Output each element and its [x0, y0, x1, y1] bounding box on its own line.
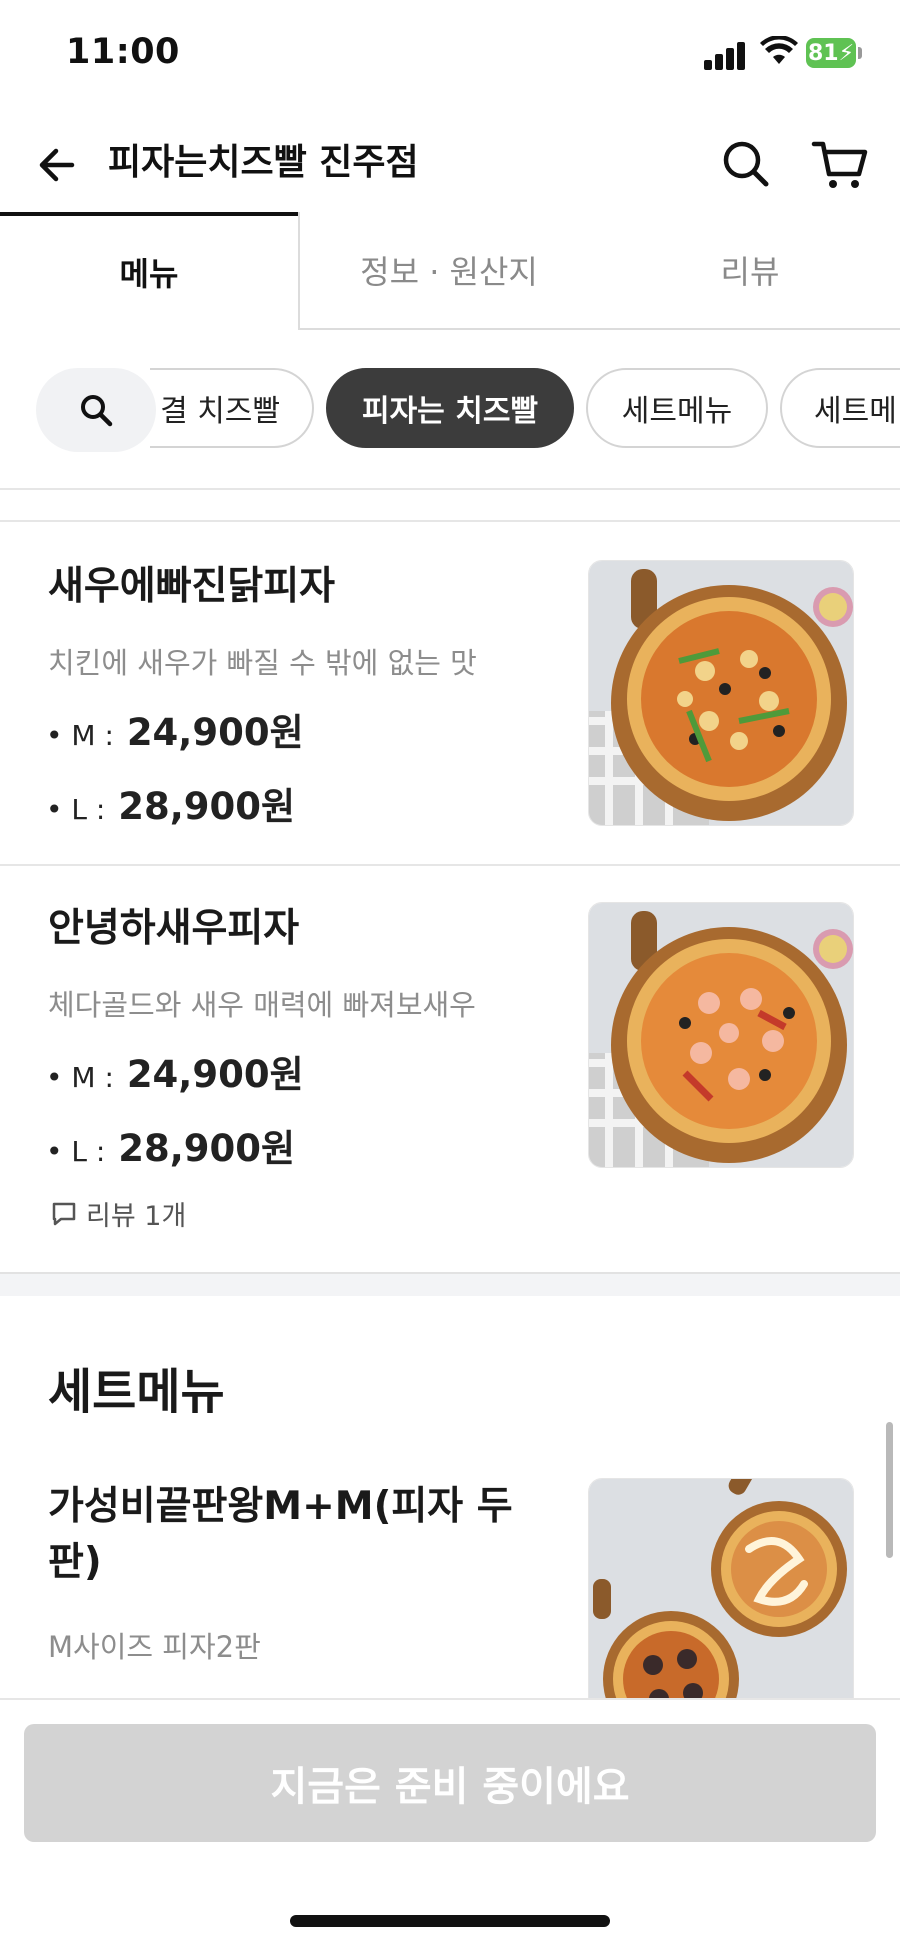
tab-reviews[interactable]: 리뷰 [600, 212, 900, 328]
size-label: • M : [46, 719, 123, 752]
order-button-disabled[interactable]: 지금은 준비 중이에요 [24, 1724, 876, 1842]
size-label: • L : [46, 793, 115, 826]
section-title-set-menu: 세트메뉴 [48, 1364, 225, 1420]
tab-menu[interactable]: 메뉴 [0, 212, 298, 328]
store-title: 피자는치즈빨 진주점 [108, 142, 419, 183]
chip-pizza-cheese[interactable]: 피자는 치즈빨 [326, 368, 574, 448]
price-large: • L : 28,900원 [46, 1118, 295, 1172]
price-value: 24,900원 [126, 711, 304, 754]
item-description: 체다골드와 새우 매력에 빠져보새우 [48, 988, 476, 1022]
menu-item[interactable]: 가성비끝판왕M+M(피자 두 판) M사이즈 피자2판 [0, 1470, 900, 1698]
review-count-label: 리뷰 1개 [86, 1201, 187, 1232]
category-chips: 결 치즈빨 피자는 치즈빨 세트메뉴 세트메 [0, 330, 900, 488]
pizza-image [588, 1478, 854, 1698]
pizza-image [588, 560, 854, 826]
review-count[interactable]: 리뷰 1개 [50, 1194, 186, 1233]
tab-bar: 메뉴 정보 · 원산지 리뷰 [0, 212, 900, 330]
price-value: 24,900원 [126, 1053, 304, 1096]
chips-divider [0, 488, 900, 490]
battery-level: 81 [807, 40, 839, 66]
item-description: M사이즈 피자2판 [48, 1630, 261, 1664]
menu-item[interactable]: 새우에빠진닭피자 치킨에 새우가 빠질 수 밖에 없는 맛 • M : 24,9… [0, 522, 900, 864]
item-name-line1: 가성비끝판왕M+M(피자 두 [48, 1484, 513, 1529]
price-large: • L : 28,900원 [46, 776, 295, 830]
tab-info-origin[interactable]: 정보 · 원산지 [300, 212, 598, 328]
chip-set-menu-partial[interactable]: 세트메 [780, 368, 900, 448]
home-indicator[interactable] [290, 1915, 610, 1927]
chip-cheese-partial[interactable]: 결 치즈빨 [150, 368, 314, 448]
size-label: • M : [46, 1061, 123, 1094]
price-value: 28,900원 [118, 1127, 296, 1170]
search-icon [81, 395, 113, 427]
signal-icon [704, 38, 748, 70]
pizza-image [588, 902, 854, 1168]
comment-icon [52, 1202, 76, 1225]
price-medium: • M : 24,900원 [46, 702, 304, 756]
battery-icon: 81 ⚡ [806, 38, 856, 68]
price-medium: • M : 24,900원 [46, 1044, 304, 1098]
item-name-line2: 판) [48, 1540, 102, 1585]
scrollbar[interactable] [886, 1422, 893, 1558]
menu-item[interactable]: 안녕하새우피자 체다골드와 새우 매력에 빠져보새우 • M : 24,900원… [0, 866, 900, 1272]
wifi-icon [760, 36, 798, 64]
back-arrow-icon[interactable] [34, 140, 84, 190]
top-nav: 피자는치즈빨 진주점 [0, 118, 900, 210]
status-bar: 11:00 81 ⚡ [0, 0, 900, 110]
chip-set-menu[interactable]: 세트메뉴 [586, 368, 768, 448]
battery-tip [858, 47, 862, 59]
item-name: 새우에빠진닭피자 [48, 564, 336, 609]
cart-icon[interactable] [810, 136, 870, 192]
size-label: • L : [46, 1135, 115, 1168]
item-description: 치킨에 새우가 빠질 수 밖에 없는 맛 [48, 646, 477, 680]
search-icon[interactable] [718, 136, 774, 192]
status-time: 11:00 [66, 32, 180, 72]
item-name: 안녕하새우피자 [48, 906, 300, 951]
price-value: 28,900원 [118, 785, 296, 828]
section-gap [0, 1272, 900, 1296]
chip-search-button[interactable] [36, 368, 156, 452]
bottom-bar: 지금은 준비 중이에요 [0, 1698, 900, 1951]
